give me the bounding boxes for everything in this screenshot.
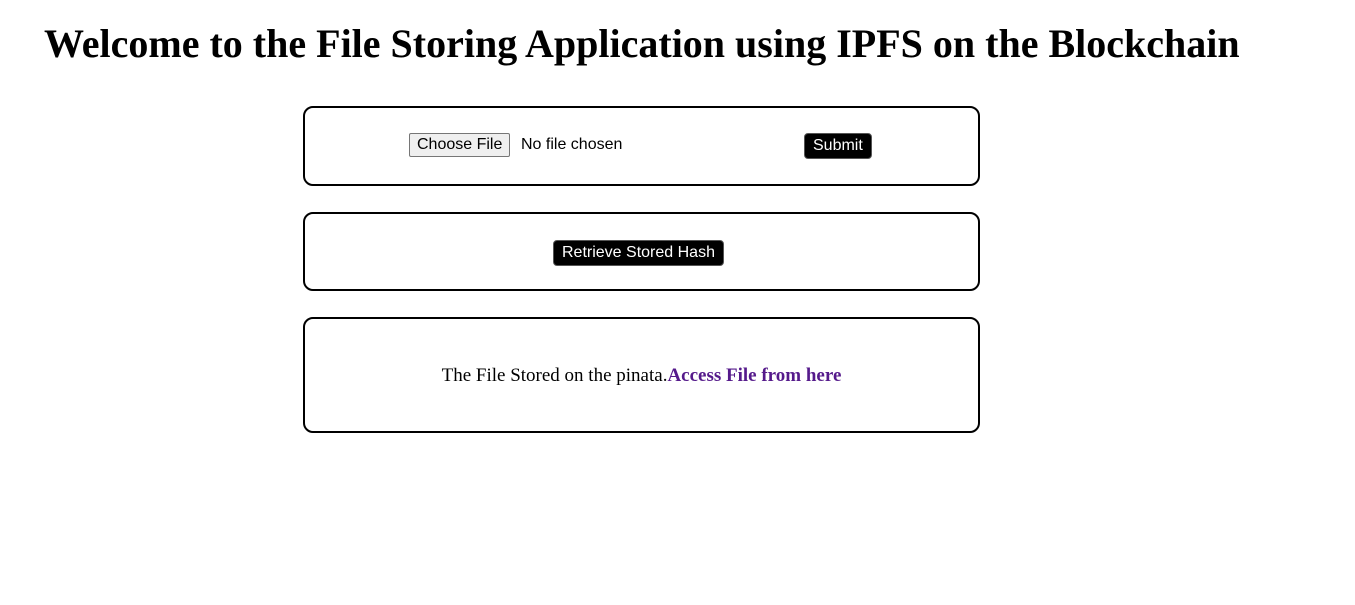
page-title: Welcome to the File Storing Application … — [44, 21, 1240, 66]
upload-panel: Choose File No file chosen Submit — [303, 106, 980, 186]
submit-button[interactable]: Submit — [804, 133, 872, 159]
result-text: The File Stored on the pinata. — [441, 365, 668, 386]
file-status-text: No file chosen — [521, 136, 623, 153]
choose-file-button[interactable]: Choose File — [409, 133, 511, 157]
retrieve-panel: Retrieve Stored Hash — [303, 212, 980, 291]
result-panel: The File Stored on the pinata.Access Fil… — [303, 317, 980, 433]
result-message: The File Stored on the pinata.Access Fil… — [305, 365, 978, 387]
retrieve-hash-button[interactable]: Retrieve Stored Hash — [553, 240, 724, 266]
access-file-link[interactable]: Access File from here — [667, 365, 841, 386]
